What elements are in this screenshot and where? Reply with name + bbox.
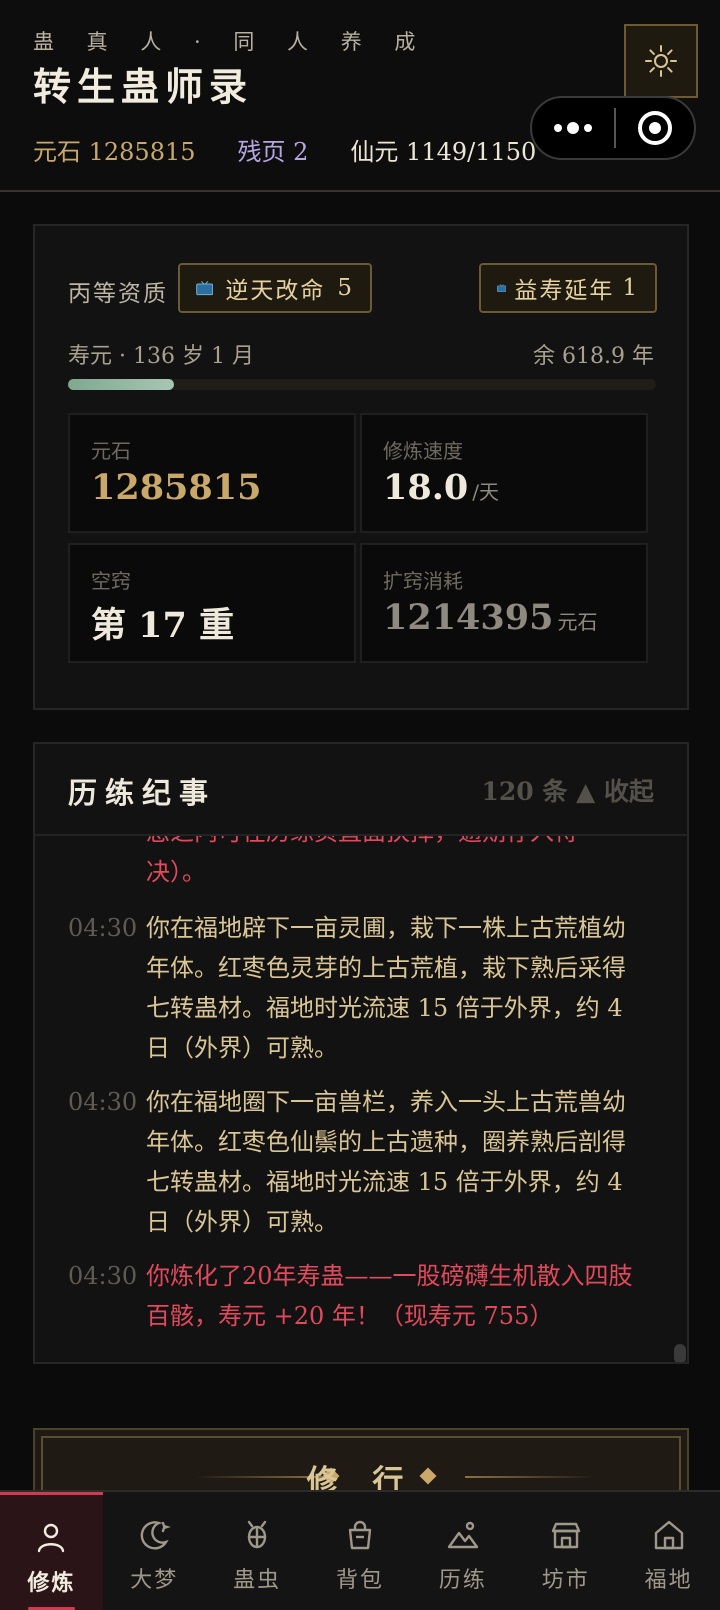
stat-card-expand-cost: 扩窍消耗 1214395 元石 — [360, 543, 648, 663]
immortal-essence-count: 仙元 1149/1150 — [350, 138, 537, 166]
change-fate-button[interactable]: 逆天改命 5 — [178, 263, 372, 313]
log-entry-time: 04:30 — [68, 914, 138, 942]
app-subtitle: 蛊 真 人 · 同 人 养 成 — [33, 30, 429, 54]
dot-icon — [584, 124, 592, 132]
extend-life-count: 1 — [622, 275, 639, 301]
top-header: 蛊 真 人 · 同 人 养 成 转生蛊师录 元石 1285815 残页 2 仙元… — [0, 0, 720, 192]
extend-life-label: 益寿延年 — [514, 278, 615, 304]
log-entry-time: 04:30 — [68, 1088, 138, 1116]
change-fate-count: 5 — [337, 275, 354, 301]
lifespan-label: 寿元 · 136 岁 1 月 — [68, 344, 254, 369]
tab-adventure[interactable]: 历练 — [411, 1492, 514, 1610]
practice-button[interactable]: 修 行 — [33, 1428, 689, 1500]
log-entry-text: 你在福地圈下一亩兽栏，养入一头上古荒兽幼年体。红枣色仙鬃的上古遗种，圈养熟后剖得… — [146, 1088, 626, 1236]
change-fate-label: 逆天改命 — [225, 278, 326, 304]
stat-card-speed: 修炼速度 18.0/天 — [360, 413, 648, 533]
shop-icon — [551, 1522, 580, 1549]
stat-value-wrap: 18.0/天 — [383, 467, 499, 508]
bag-icon — [348, 1520, 372, 1550]
tab-label: 背包 — [336, 1568, 385, 1593]
cultivation-status-panel: 丙等资质 逆天改命 5 益寿延年 1 寿元 · 136 岁 1 月 余 618.… — [33, 224, 689, 710]
lifespan-progress-fill — [68, 379, 174, 390]
log-entry-text: 你炼化了20年寿蛊——一股磅礴生机散入四肢百骸，寿元 +20 年！（现寿元 75… — [146, 1262, 633, 1330]
dot-icon — [567, 122, 579, 134]
stat-value-wrap: 1214395 元石 — [383, 597, 597, 638]
adventure-log-panel: 历练纪事 120 条 ▲ 收起 急之内可在历练页直面抉择，逾期存入待 决）。 0… — [33, 742, 689, 1364]
tab-label: 蛊虫 — [233, 1568, 282, 1593]
log-entry-text: 你在福地辟下一亩灵圃，栽下一株上古荒植幼年体。红枣色灵芽的上古荒植，栽下熟后采得… — [146, 914, 626, 1062]
log-scroll-area[interactable]: 急之内可在历练页直面抉择，逾期存入待 决）。 04:30 你在福地辟下一亩灵圃，… — [35, 836, 687, 1362]
log-collapse-toggle[interactable]: 120 条 ▲ 收起 — [481, 772, 654, 808]
tab-market[interactable]: 坊市 — [514, 1492, 617, 1610]
log-entry-text: 急之内可在历练页直面抉择，逾期存入待 决）。 — [146, 836, 638, 892]
lifespan-remaining: 余 618.9 年 — [533, 344, 654, 369]
tv-icon — [196, 280, 214, 296]
stat-value: 1214395 — [383, 597, 554, 638]
stat-label: 元石 — [91, 439, 131, 463]
miniprogram-capsule — [530, 96, 696, 160]
mountain-icon — [447, 1521, 479, 1549]
moon-icon — [140, 1521, 172, 1550]
tab-backpack[interactable]: 背包 — [309, 1492, 412, 1610]
settings-button[interactable] — [624, 24, 698, 98]
log-partial-line: 决）。 — [146, 858, 206, 886]
stat-value: 18.0 — [383, 467, 469, 508]
log-title: 历练纪事 — [68, 776, 217, 810]
stat-label: 修炼速度 — [383, 439, 463, 463]
stat-value: 1285815 — [91, 467, 262, 508]
target-icon — [638, 111, 672, 145]
bug-icon — [247, 1520, 267, 1549]
person-icon — [38, 1523, 65, 1553]
spirit-stone-count: 元石 1285815 — [33, 138, 196, 166]
tab-cultivate[interactable]: 修炼 — [0, 1492, 103, 1610]
remnant-pages-count: 残页 2 — [237, 138, 309, 166]
sun-icon — [645, 45, 677, 77]
tab-blessed-land[interactable]: 福地 — [617, 1492, 720, 1610]
log-scrollbar[interactable] — [674, 1344, 686, 1362]
log-header: 历练纪事 120 条 ▲ 收起 — [35, 744, 687, 836]
tab-label: 坊市 — [541, 1568, 590, 1593]
app-title: 转生蛊师录 — [33, 64, 254, 109]
stat-card-aperture: 空窍 第 17 重 — [68, 543, 356, 663]
tab-label: 福地 — [644, 1568, 693, 1593]
bottom-tab-bar: 修炼 大梦 蛊虫 背包 历练 坊市 福地 — [0, 1490, 720, 1610]
log-entry-time: 04:30 — [68, 1262, 138, 1290]
stat-card-stone: 元石 1285815 — [68, 413, 356, 533]
stat-label: 空窍 — [91, 569, 131, 593]
lifespan-progress-bar — [68, 379, 656, 390]
log-partial-line: 急之内可在历练页直面抉择，逾期存入待 — [146, 836, 638, 852]
extend-life-button[interactable]: 益寿延年 1 — [479, 263, 657, 313]
tab-gu-worms[interactable]: 蛊虫 — [206, 1492, 309, 1610]
stat-unit: 元石 — [557, 610, 598, 634]
tv-icon — [497, 284, 507, 292]
more-menu-button[interactable] — [532, 98, 614, 158]
stat-label: 扩窍消耗 — [383, 569, 463, 593]
aptitude-label: 丙等资质 — [68, 281, 168, 307]
ornament-line — [465, 1476, 595, 1478]
dot-icon — [554, 124, 562, 132]
resource-bar: 元石 1285815 残页 2 仙元 1149/1150 — [33, 132, 536, 167]
close-miniprogram-button[interactable] — [616, 110, 694, 146]
stat-value: 第 17 重 — [91, 605, 235, 646]
home-icon — [654, 1520, 683, 1550]
tab-label: 大梦 — [130, 1568, 179, 1593]
tab-label: 历练 — [438, 1568, 487, 1593]
stat-unit: /天 — [472, 480, 499, 504]
tab-label: 修炼 — [27, 1570, 76, 1596]
tab-dream[interactable]: 大梦 — [103, 1492, 206, 1610]
